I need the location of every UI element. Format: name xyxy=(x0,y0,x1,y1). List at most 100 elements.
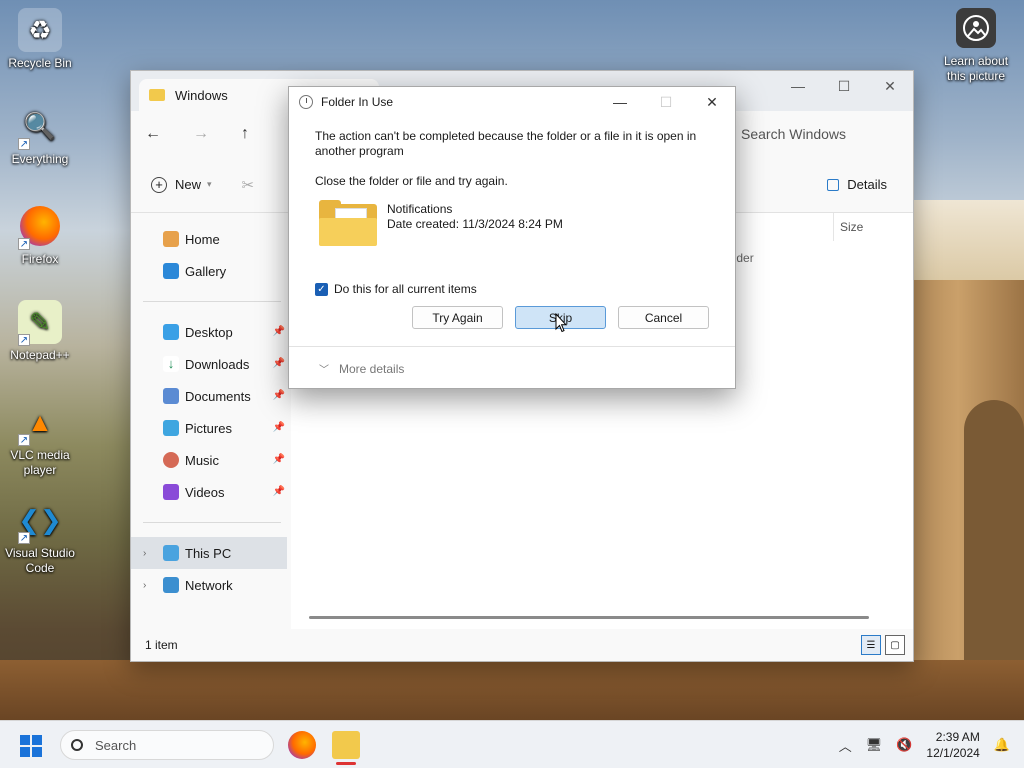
shortcut-arrow-icon: ↗ xyxy=(18,434,30,446)
minimize-button[interactable]: — xyxy=(597,87,643,117)
chevron-down-icon: ﹀ xyxy=(319,365,329,376)
file-info-row: Notifications Date created: 11/3/2024 8:… xyxy=(315,200,709,246)
system-tray: ︿ 🖥 🔇 2:39 AM 12/1/2024 🔔 xyxy=(839,729,1010,761)
more-details-toggle[interactable]: ﹀ More details xyxy=(319,361,404,377)
taskbar: Search ︿ 🖥 🔇 2:39 AM 12/1/2024 🔔 xyxy=(0,720,1024,768)
firefox-icon: ↗ xyxy=(18,204,62,250)
view-toggle: ☰ ▢ xyxy=(861,635,905,655)
desktop-icon-label: Recycle Bin xyxy=(8,56,72,70)
apply-to-all-checkbox[interactable]: ✓ xyxy=(315,282,328,296)
horizontal-scrollbar[interactable] xyxy=(309,616,869,619)
sidebar-item-network[interactable]: › Network xyxy=(131,569,291,601)
chevron-up-icon[interactable]: ︿ xyxy=(839,736,852,755)
desktop-icon-label: VLC media player xyxy=(10,448,70,477)
computer-icon xyxy=(163,545,179,561)
clock-date: 12/1/2024 xyxy=(926,746,980,760)
start-button[interactable] xyxy=(20,735,42,757)
chevron-right-icon[interactable]: › xyxy=(143,548,146,559)
folder-in-use-dialog: Folder In Use — ☐ ✕ The action can't be … xyxy=(288,86,736,389)
pin-icon: 📌 xyxy=(272,358,285,369)
shortcut-arrow-icon: ↗ xyxy=(18,532,30,544)
taskbar-file-explorer-icon[interactable] xyxy=(332,731,360,765)
sidebar-item-label: Desktop xyxy=(185,324,233,340)
sidebar-item-label: Home xyxy=(185,231,220,247)
apply-to-all-checkbox-row[interactable]: ✓ Do this for all current items xyxy=(315,282,709,296)
background-arch xyxy=(964,400,1024,700)
desktop-icon-everything[interactable]: 🔍 ↗ Everything xyxy=(4,104,76,167)
taskbar-firefox-icon[interactable] xyxy=(288,731,316,759)
details-label: Details xyxy=(847,177,887,192)
network-status-icon[interactable]: 🖥 xyxy=(866,737,883,753)
window-controls: — ☐ ✕ xyxy=(775,71,913,101)
desktop-icon-vlc[interactable]: ▲ ↗ VLC media player xyxy=(4,400,76,478)
up-arrow-icon[interactable]: ↑ xyxy=(241,125,289,143)
divider xyxy=(143,522,281,523)
pin-icon: 📌 xyxy=(272,422,285,433)
sidebar-item-videos[interactable]: Videos 📌 xyxy=(131,476,291,508)
volume-muted-icon[interactable]: 🔇 xyxy=(896,737,912,753)
plus-icon: + xyxy=(151,176,167,193)
sidebar-item-desktop[interactable]: Desktop 📌 xyxy=(131,316,291,348)
forward-arrow-icon[interactable]: → xyxy=(193,125,241,143)
divider xyxy=(143,301,281,302)
minimize-button[interactable]: — xyxy=(775,71,821,101)
videos-icon xyxy=(163,484,179,500)
sidebar-item-downloads[interactable]: ↓ Downloads 📌 xyxy=(131,348,291,380)
pin-icon: 📌 xyxy=(272,326,285,337)
notification-bell-icon[interactable]: 🔔 xyxy=(994,737,1010,753)
recycle-bin-icon: ♻ xyxy=(18,8,62,52)
gallery-icon xyxy=(163,263,179,279)
details-button[interactable]: Details xyxy=(827,177,887,192)
pictures-icon xyxy=(163,420,179,436)
desktop-icon-firefox[interactable]: ↗ Firefox xyxy=(4,204,76,267)
folder-icon xyxy=(319,200,377,246)
navigation-pane: Home Gallery Desktop 📌 ↓ Downloads 📌 Docume… xyxy=(131,213,291,629)
search-placeholder: Search Windows xyxy=(741,126,847,142)
tiles-view-icon[interactable]: ▢ xyxy=(885,635,905,655)
sidebar-item-label: Downloads xyxy=(185,356,250,372)
shortcut-arrow-icon: ↗ xyxy=(18,238,30,250)
learn-about-label: Learn about this picture xyxy=(943,54,1009,83)
desktop-icon-learn-about-picture[interactable]: Learn about this picture xyxy=(936,8,1016,84)
desktop-icon-vscode[interactable]: ❮❯ ↗ Visual Studio Code xyxy=(4,498,76,576)
sidebar-item-label: Music xyxy=(185,452,219,468)
close-button[interactable]: ✕ xyxy=(689,87,735,117)
pin-icon: 📌 xyxy=(272,454,285,465)
mouse-cursor-icon xyxy=(555,313,567,333)
taskbar-search-input[interactable]: Search xyxy=(60,730,274,760)
desktop-icon-label: Everything xyxy=(11,152,69,166)
clock-icon xyxy=(299,95,313,109)
column-header-size[interactable]: Size xyxy=(833,213,913,241)
documents-icon xyxy=(163,388,179,404)
music-icon xyxy=(163,452,179,468)
cancel-button[interactable]: Cancel xyxy=(618,306,709,329)
new-label: New xyxy=(175,177,202,192)
desktop-icon-label: Visual Studio Code xyxy=(5,546,75,575)
search-input[interactable]: Search Windows xyxy=(723,117,913,151)
pin-icon: 📌 xyxy=(272,486,285,497)
cut-icon[interactable]: ✂ xyxy=(242,176,255,194)
download-arrow-icon: ↓ xyxy=(163,356,179,372)
maximize-button[interactable]: ☐ xyxy=(821,71,867,101)
dialog-message: The action can't be completed because th… xyxy=(315,129,697,158)
sidebar-item-this-pc[interactable]: › This PC xyxy=(131,537,287,569)
try-again-button[interactable]: Try Again xyxy=(412,306,503,329)
sidebar-item-documents[interactable]: Documents 📌 xyxy=(131,380,291,412)
close-button[interactable]: ✕ xyxy=(867,71,913,101)
back-arrow-icon[interactable]: ← xyxy=(145,125,193,143)
item-count: 1 item xyxy=(145,638,178,652)
desktop-icon-notepad-plus-plus[interactable]: ✎ ↗ Notepad++ xyxy=(4,300,76,363)
chevron-right-icon[interactable]: › xyxy=(143,580,146,591)
details-view-icon[interactable]: ☰ xyxy=(861,635,881,655)
desktop-icon-recycle-bin[interactable]: ♻ Recycle Bin xyxy=(4,8,76,71)
sidebar-item-home[interactable]: Home xyxy=(131,223,291,255)
new-button[interactable]: + New ▾ xyxy=(151,176,212,193)
file-info: Notifications Date created: 11/3/2024 8:… xyxy=(387,202,563,232)
file-date: Date created: 11/3/2024 8:24 PM xyxy=(387,217,563,231)
sidebar-item-pictures[interactable]: Pictures 📌 xyxy=(131,412,291,444)
taskbar-clock[interactable]: 2:39 AM 12/1/2024 xyxy=(926,729,979,761)
sidebar-item-gallery[interactable]: Gallery xyxy=(131,255,291,287)
background-rocks xyxy=(0,660,1024,720)
tab-title: Windows xyxy=(175,87,228,103)
sidebar-item-music[interactable]: Music 📌 xyxy=(131,444,291,476)
